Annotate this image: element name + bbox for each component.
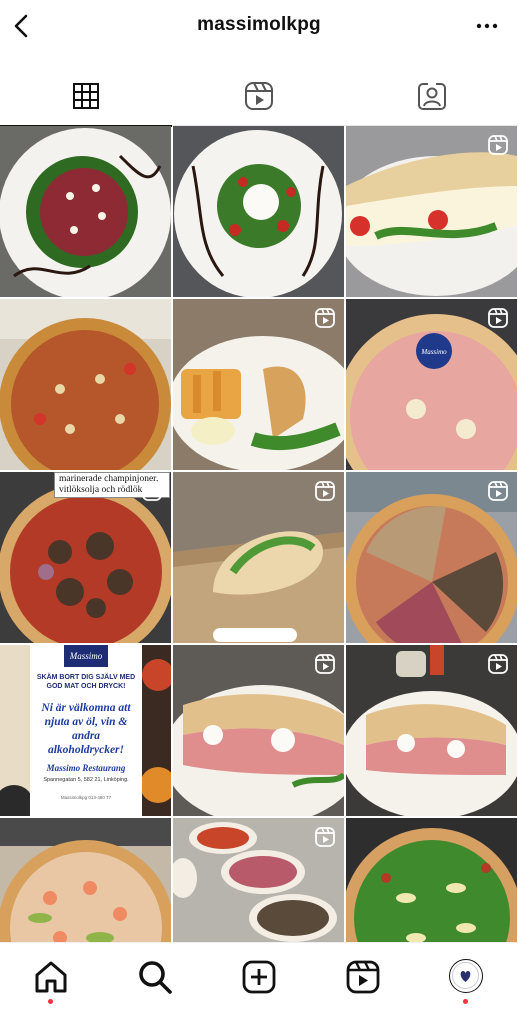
- post-thumbnail[interactable]: Massimo: [346, 299, 517, 470]
- grid-icon: [73, 83, 99, 109]
- profile-tabs: [0, 66, 518, 127]
- tab-tagged[interactable]: [346, 66, 518, 126]
- carpaccio-photo: [0, 126, 171, 297]
- post-thumbnail[interactable]: [173, 126, 344, 297]
- arugula-pizza-photo: [346, 818, 517, 942]
- post-thumbnail[interactable]: [173, 472, 344, 643]
- more-horizontal-icon[interactable]: [470, 12, 504, 40]
- poster-restaurant-name: Massimo Restaurang: [46, 763, 126, 773]
- avatar-logo: [452, 962, 479, 989]
- post-thumbnail[interactable]: [173, 299, 344, 470]
- post-thumbnail[interactable]: [346, 472, 517, 643]
- post-thumbnail[interactable]: [0, 818, 171, 942]
- posts-grid: Massimo marinerade champinjoner, vitlöks…: [0, 126, 518, 942]
- plus-square-icon[interactable]: [239, 957, 279, 997]
- post-thumbnail[interactable]: marinerade champinjoner, vitlöksolja och…: [0, 472, 171, 643]
- burrata-salad-photo: [173, 126, 344, 297]
- pizza-in-box-photo: [0, 299, 171, 470]
- reel-badge-icon: [488, 308, 508, 328]
- profile-username[interactable]: massimolkpg: [0, 14, 518, 36]
- profile-avatar-icon[interactable]: [449, 959, 483, 993]
- poster-contact: Massimolkpg 013-480 77: [60, 795, 112, 800]
- svg-text:Massimo: Massimo: [420, 348, 447, 356]
- post-thumbnail[interactable]: [173, 818, 344, 942]
- reels-icon[interactable]: [343, 957, 383, 997]
- poster-address: Spannegatan 5, 582 21, Linköping.: [43, 777, 129, 783]
- restaurant-poster: Massimo SKÄM BORT DIG SJÄLV MED GOD MAT …: [30, 645, 142, 816]
- post-thumbnail[interactable]: [346, 645, 517, 816]
- reel-badge-icon: [488, 654, 508, 674]
- poster-headline: SKÄM BORT DIG SJÄLV MED GOD MAT OCH DRYC…: [36, 674, 136, 690]
- tagged-person-icon: [418, 82, 446, 110]
- reels-icon: [245, 82, 273, 110]
- bottom-navigation: [0, 942, 518, 1024]
- reel-badge-icon: [315, 654, 335, 674]
- search-icon[interactable]: [135, 957, 175, 997]
- tab-reels[interactable]: [173, 66, 345, 126]
- reel-badge-icon: [315, 827, 335, 847]
- post-thumbnail[interactable]: [0, 299, 171, 470]
- post-thumbnail[interactable]: [173, 645, 344, 816]
- reel-badge-icon: [488, 135, 508, 155]
- home-icon[interactable]: [31, 957, 71, 997]
- post-thumbnail[interactable]: [0, 126, 171, 297]
- reel-badge-icon: [142, 481, 162, 501]
- reel-badge-icon: [315, 308, 335, 328]
- shrimp-pizza-photo: [0, 818, 171, 942]
- post-thumbnail[interactable]: [346, 126, 517, 297]
- poster-logo: Massimo: [64, 645, 108, 667]
- profile-notification-dot: [463, 999, 468, 1004]
- poster-main-text: Ni är välkomna att njuta av öl, vin & an…: [41, 702, 131, 756]
- post-thumbnail[interactable]: Massimo SKÄM BORT DIG SJÄLV MED GOD MAT …: [0, 645, 171, 816]
- home-notification-dot: [48, 999, 53, 1004]
- reel-badge-icon: [488, 481, 508, 501]
- top-bar: massimolkpg: [0, 0, 518, 56]
- reaction-sticker: [213, 628, 297, 642]
- tab-posts-grid[interactable]: [0, 66, 172, 127]
- post-thumbnail[interactable]: [346, 818, 517, 942]
- reel-badge-icon: [315, 481, 335, 501]
